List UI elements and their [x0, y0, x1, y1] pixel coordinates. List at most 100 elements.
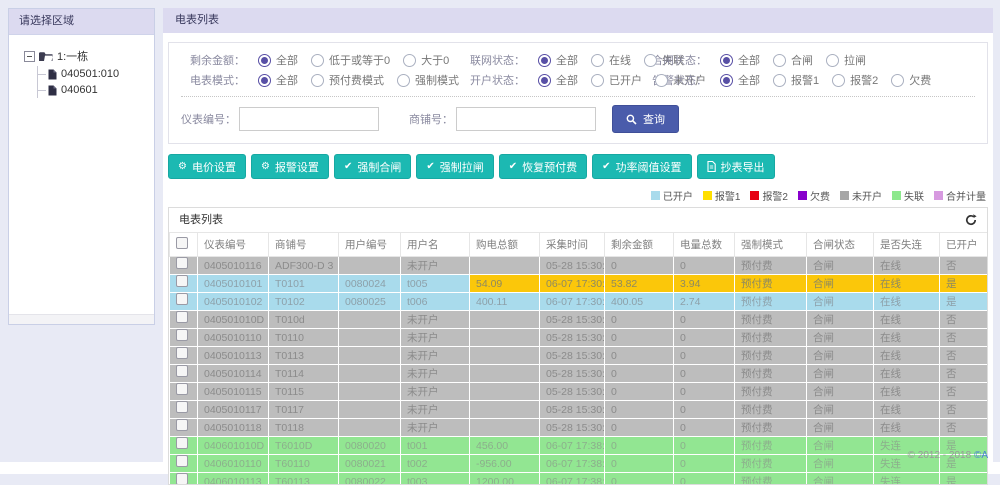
- radio-option[interactable]: 已开户: [591, 72, 642, 88]
- refresh-icon[interactable]: [965, 214, 977, 226]
- action-button-5[interactable]: ✔恢复预付费: [499, 154, 587, 179]
- cell: 0405010115: [198, 383, 269, 401]
- radio-icon[interactable]: [773, 54, 786, 67]
- cell: -956.00: [470, 455, 540, 473]
- radio-option[interactable]: 强制模式: [397, 72, 459, 88]
- meter-table-panel: 电表列表 仪表编号商铺号用户编号用户名购电总额采集时间剩余金额电量总数强制模式合…: [168, 207, 988, 485]
- table-row: 0406010110T601100080021t002-956.0006-07 …: [170, 455, 989, 473]
- action-button-4[interactable]: ✔强制拉闸: [416, 154, 493, 179]
- radio-icon[interactable]: [258, 74, 271, 87]
- radio-icon[interactable]: [258, 54, 271, 67]
- radio-icon[interactable]: [311, 54, 324, 67]
- row-checkbox-cell: [170, 455, 198, 473]
- check-icon: ✔: [509, 162, 517, 172]
- radio-option[interactable]: 全部: [720, 72, 760, 88]
- divider: [181, 96, 975, 97]
- radio-icon[interactable]: [591, 54, 604, 67]
- cell: 0: [605, 365, 674, 383]
- row-checkbox[interactable]: [176, 293, 188, 305]
- copyright-link[interactable]: ©A: [974, 450, 988, 461]
- radio-icon[interactable]: [403, 54, 416, 67]
- row-checkbox-cell: [170, 419, 198, 437]
- filter-group: 剩余金额： 全部低于或等于0 大于0: [181, 52, 461, 68]
- cell: 0405010114: [198, 365, 269, 383]
- cell: [470, 365, 540, 383]
- row-checkbox[interactable]: [176, 311, 188, 323]
- table-row: 040601010DT6010D0080020t001456.0006-07 1…: [170, 437, 989, 455]
- radio-icon[interactable]: [538, 54, 551, 67]
- row-checkbox[interactable]: [176, 365, 188, 377]
- radio-option[interactable]: 低于或等于0: [311, 52, 390, 68]
- cell: 0: [605, 311, 674, 329]
- row-checkbox[interactable]: [176, 437, 188, 449]
- action-button-6[interactable]: ✔功率阈值设置: [592, 154, 691, 179]
- meter-no-label: 仪表编号：: [181, 111, 236, 127]
- cell: 在线: [874, 311, 940, 329]
- cell: 预付费: [735, 419, 807, 437]
- cell: [339, 329, 401, 347]
- row-checkbox[interactable]: [176, 329, 188, 341]
- shop-no-input[interactable]: [456, 107, 596, 131]
- column-header: 合闸状态: [807, 233, 874, 257]
- cell: 在线: [874, 347, 940, 365]
- legend-label: 已开户: [663, 188, 693, 203]
- tree-node[interactable]: 040501:010: [38, 66, 148, 82]
- radio-option[interactable]: 欠费: [891, 72, 931, 88]
- row-checkbox[interactable]: [176, 275, 188, 287]
- row-checkbox[interactable]: [176, 383, 188, 395]
- meter-no-input[interactable]: [239, 107, 379, 131]
- cell: 0: [605, 329, 674, 347]
- radio-option[interactable]: 全部: [720, 52, 760, 68]
- radio-icon[interactable]: [720, 54, 733, 67]
- collapse-icon[interactable]: [24, 51, 35, 62]
- radio-icon[interactable]: [311, 74, 324, 87]
- cell: 否: [940, 347, 989, 365]
- radio-option[interactable]: 全部: [258, 72, 298, 88]
- radio-icon[interactable]: [644, 54, 657, 67]
- filter-group-label: 剩余金额：: [181, 52, 245, 68]
- select-all-checkbox[interactable]: [176, 237, 188, 249]
- radio-option[interactable]: 报警2: [832, 72, 878, 88]
- row-checkbox[interactable]: [176, 347, 188, 359]
- radio-option[interactable]: 全部: [538, 72, 578, 88]
- row-checkbox[interactable]: [176, 473, 188, 485]
- tree-node-root[interactable]: 1:一栋: [24, 48, 148, 64]
- filter-group-label: 开户状态：: [461, 72, 525, 88]
- radio-option[interactable]: 全部: [258, 52, 298, 68]
- radio-option[interactable]: 报警1: [773, 72, 819, 88]
- radio-icon[interactable]: [538, 74, 551, 87]
- radio-icon[interactable]: [891, 74, 904, 87]
- action-button-1[interactable]: ⚙电价设置: [168, 154, 246, 179]
- row-checkbox[interactable]: [176, 401, 188, 413]
- legend-swatch: [840, 191, 849, 200]
- row-checkbox[interactable]: [176, 419, 188, 431]
- action-button-7[interactable]: 抄表导出: [697, 154, 775, 179]
- radio-option-label: 全部: [738, 72, 760, 88]
- radio-icon[interactable]: [591, 74, 604, 87]
- search-button[interactable]: 查询: [612, 105, 679, 133]
- action-button-2[interactable]: ⚙报警设置: [251, 154, 329, 179]
- cell: T0102: [269, 293, 339, 311]
- radio-icon[interactable]: [832, 74, 845, 87]
- radio-icon[interactable]: [397, 74, 410, 87]
- radio-icon[interactable]: [720, 74, 733, 87]
- radio-option[interactable]: 拉闸: [826, 52, 866, 68]
- filter-group-label: 告警状态：: [643, 72, 707, 88]
- radio-option[interactable]: 在线: [591, 52, 631, 68]
- radio-icon[interactable]: [773, 74, 786, 87]
- radio-option[interactable]: 大于0: [403, 52, 449, 68]
- radio-icon[interactable]: [826, 54, 839, 67]
- row-checkbox[interactable]: [176, 257, 188, 269]
- tree-node[interactable]: 040601: [38, 82, 148, 98]
- filter-group: 电表模式：全部预付费模式强制模式: [181, 72, 461, 88]
- radio-option[interactable]: 预付费模式: [311, 72, 384, 88]
- cell: [339, 419, 401, 437]
- radio-option[interactable]: 全部: [538, 52, 578, 68]
- filter-group: 告警状态： 全部报警1 报警2 欠费: [643, 72, 931, 88]
- cell: 未开户: [401, 347, 470, 365]
- legend-label: 合并计量: [946, 188, 986, 203]
- radio-option[interactable]: 合闸: [773, 52, 813, 68]
- row-checkbox[interactable]: [176, 455, 188, 467]
- action-button-3[interactable]: ✔强制合闸: [334, 154, 411, 179]
- radio-icon[interactable]: [655, 74, 668, 87]
